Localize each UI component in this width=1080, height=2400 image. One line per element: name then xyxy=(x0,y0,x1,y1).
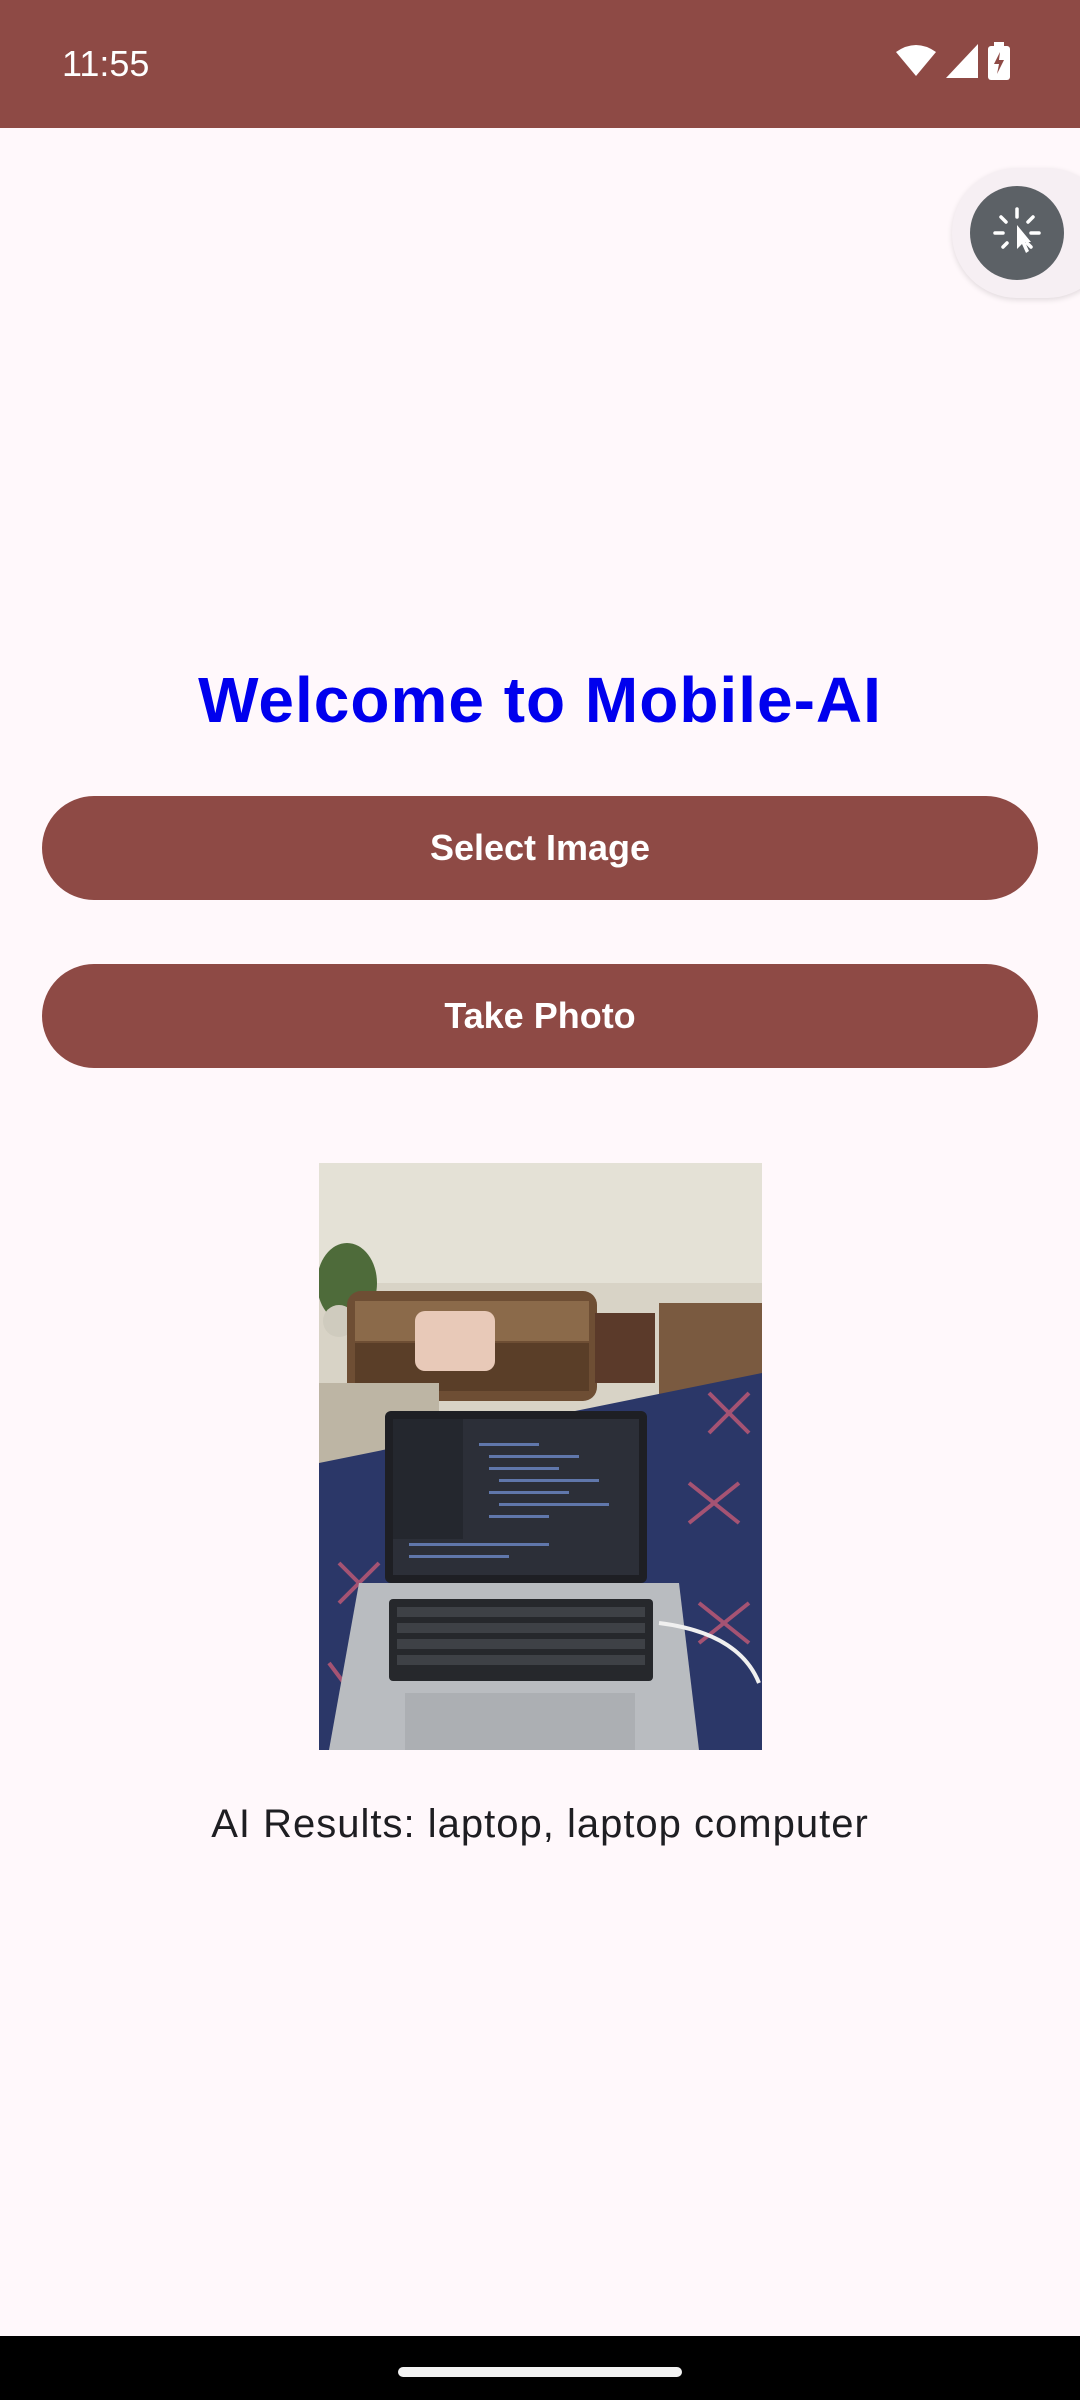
status-time: 11:55 xyxy=(62,43,150,84)
status-bar: 11:55 xyxy=(0,0,1080,128)
cell-signal-icon xyxy=(946,44,978,83)
ai-results-text: AI Results: laptop, laptop computer xyxy=(211,1802,869,1846)
page-title: Welcome to Mobile-AI xyxy=(198,664,882,736)
select-image-button[interactable]: Select Image xyxy=(42,796,1038,900)
floating-assist-button[interactable] xyxy=(970,186,1064,280)
home-gesture-handle[interactable] xyxy=(398,2367,682,2377)
take-photo-button[interactable]: Take Photo xyxy=(42,964,1038,1068)
tap-sparkle-icon xyxy=(991,205,1043,262)
wifi-icon xyxy=(896,44,936,83)
selected-image xyxy=(319,1163,762,1750)
battery-charging-icon xyxy=(988,42,1010,85)
status-icons xyxy=(896,42,1010,85)
